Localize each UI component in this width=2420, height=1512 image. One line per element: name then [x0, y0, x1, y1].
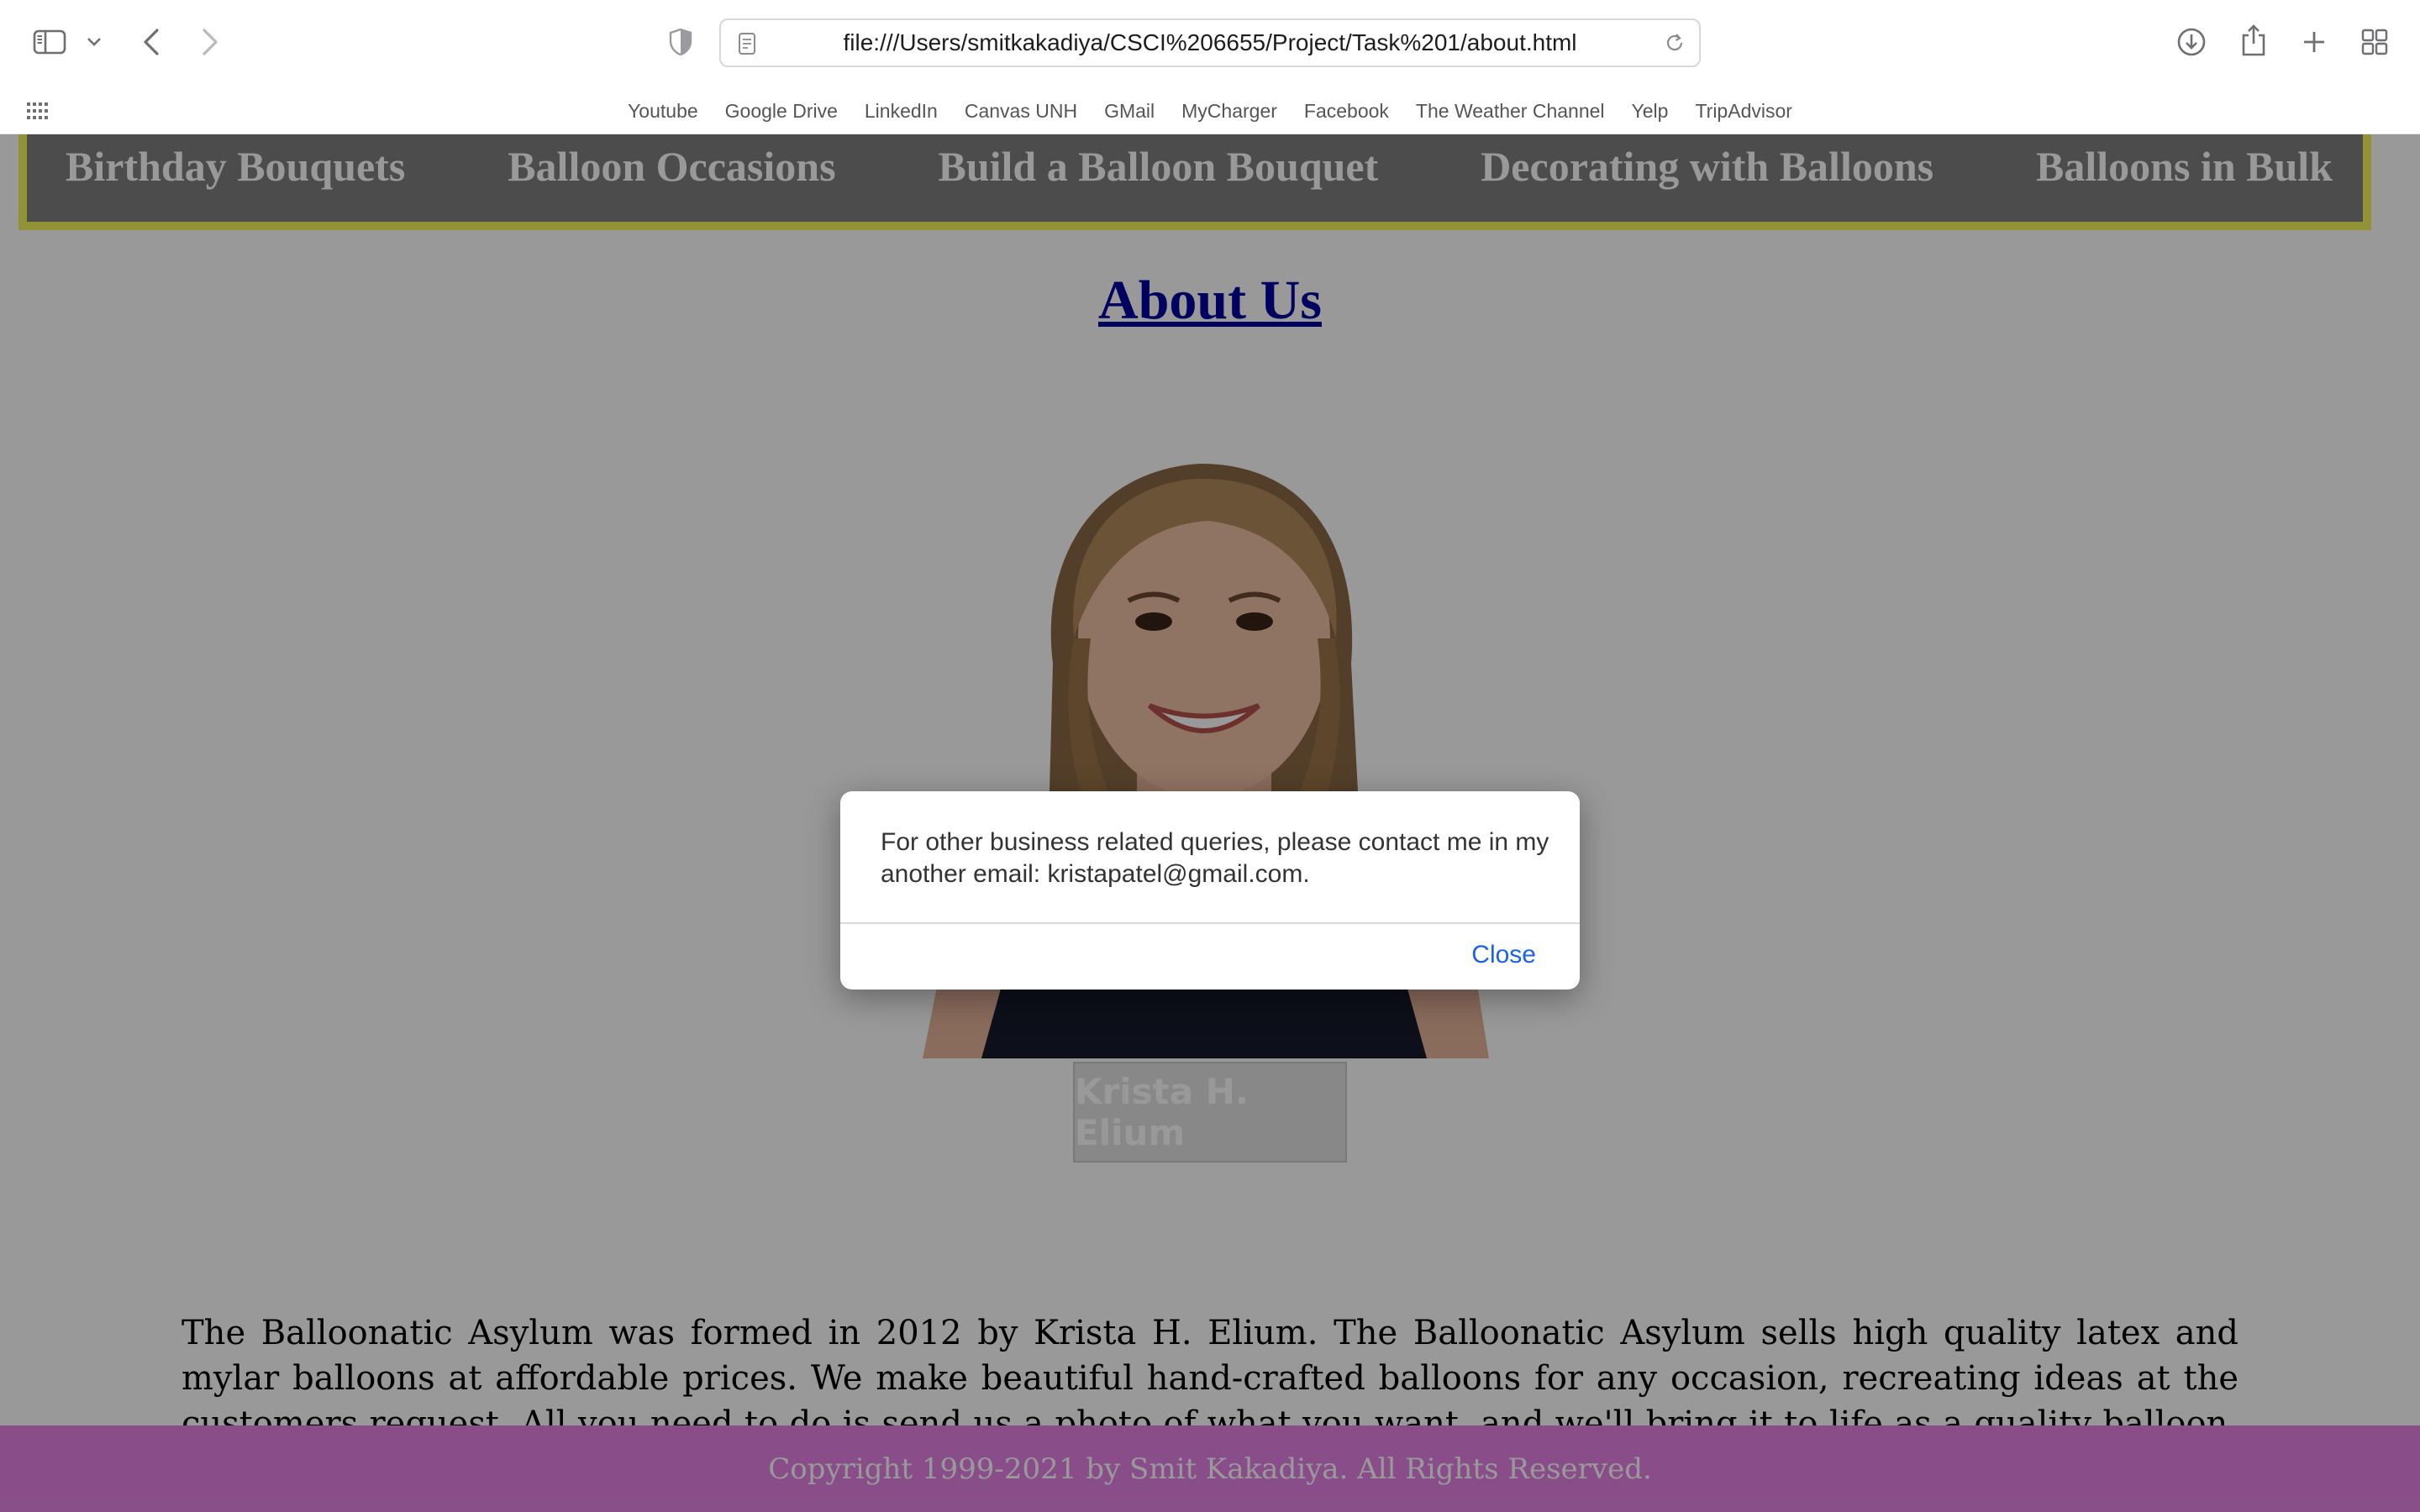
modal-backdrop[interactable]: For other business related queries, plea…: [0, 134, 2420, 1512]
bookmark-list: Youtube Google Drive LinkedIn Canvas UNH…: [0, 87, 2420, 134]
chevron-down-icon[interactable]: [82, 29, 106, 55]
new-tab-icon[interactable]: [2296, 24, 2333, 60]
share-icon[interactable]: [2235, 20, 2272, 60]
alert-dialog: For other business related queries, plea…: [840, 791, 1580, 990]
bookmark-facebook[interactable]: Facebook: [1304, 100, 1389, 123]
url-text[interactable]: file:///Users/smitkakadiya/CSCI%206655/P…: [721, 20, 1699, 66]
bookmark-weather-channel[interactable]: The Weather Channel: [1416, 100, 1605, 123]
back-icon[interactable]: [134, 24, 168, 60]
close-button[interactable]: Close: [1471, 941, 1536, 969]
sidebar-toggle-icon[interactable]: [29, 24, 71, 60]
bookmark-yelp[interactable]: Yelp: [1632, 100, 1669, 123]
bookmark-canvas-unh[interactable]: Canvas UNH: [965, 100, 1077, 123]
dialog-divider: [840, 922, 1580, 924]
dialog-message: For other business related queries, plea…: [881, 828, 1549, 888]
bookmark-google-drive[interactable]: Google Drive: [725, 100, 838, 123]
bookmark-mycharger[interactable]: MyCharger: [1181, 100, 1277, 123]
privacy-shield-icon[interactable]: [664, 25, 697, 59]
bookmark-youtube[interactable]: Youtube: [628, 100, 698, 123]
tab-overview-icon[interactable]: [2356, 24, 2393, 60]
reload-icon[interactable]: [1664, 32, 1687, 55]
bookmark-gmail[interactable]: GMail: [1104, 100, 1155, 123]
forward-icon[interactable]: [193, 24, 227, 60]
bookmark-linkedin[interactable]: LinkedIn: [865, 100, 938, 123]
downloads-icon[interactable]: [2173, 24, 2210, 60]
bookmarks-bar: Youtube Google Drive LinkedIn Canvas UNH…: [0, 87, 2420, 134]
address-bar[interactable]: file:///Users/smitkakadiya/CSCI%206655/P…: [719, 18, 1701, 67]
bookmark-tripadvisor[interactable]: TripAdvisor: [1695, 100, 1791, 123]
browser-toolbar: file:///Users/smitkakadiya/CSCI%206655/P…: [0, 0, 2420, 87]
